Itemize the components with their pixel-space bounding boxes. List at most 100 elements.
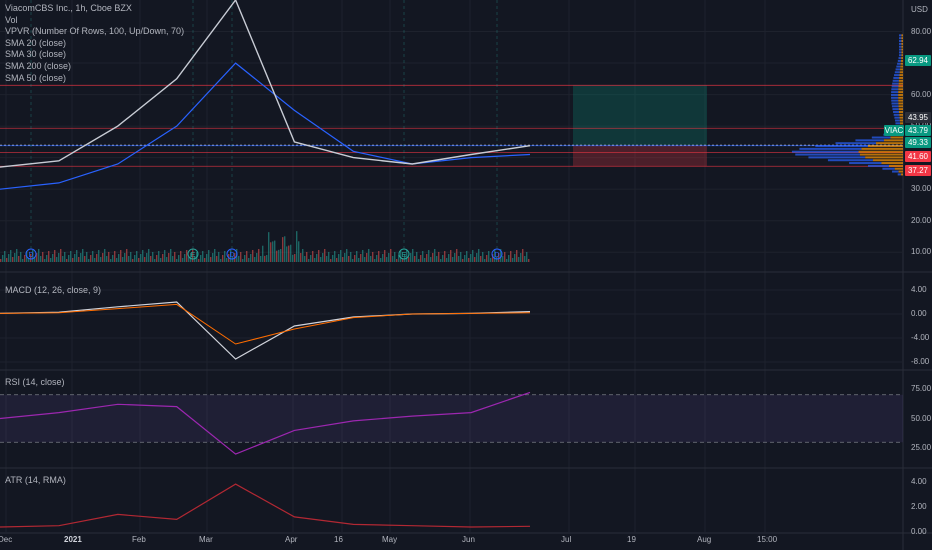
- time-tick-label: Jul: [561, 535, 572, 544]
- volume-bar: [324, 249, 326, 262]
- legend-sma30[interactable]: SMA 30 (close): [5, 49, 184, 61]
- price-tick-label: 10.00: [911, 247, 932, 257]
- rsi-label[interactable]: RSI (14, close): [5, 377, 65, 387]
- vpvr-bar-up: [799, 147, 862, 150]
- volume-bar: [172, 256, 174, 262]
- volume-bar: [344, 253, 346, 262]
- atr-tick-label: 2.00: [911, 501, 927, 511]
- time-tick-label: Jun: [462, 535, 475, 544]
- volume-bar: [420, 255, 422, 262]
- vpvr-bar-down: [858, 150, 903, 153]
- vpvr-bar-up: [899, 42, 902, 45]
- vpvr-bar-down: [900, 59, 903, 62]
- volume-bar: [140, 254, 142, 262]
- vpvr-bar-down: [898, 85, 903, 88]
- volume-bar: [518, 257, 520, 262]
- volume-bar: [178, 255, 180, 262]
- volume-bar: [274, 240, 276, 262]
- volume-bar: [210, 257, 212, 262]
- volume-bar: [266, 255, 268, 262]
- volume-bar: [252, 250, 254, 262]
- macd-label[interactable]: MACD (12, 26, close, 9): [5, 285, 101, 295]
- volume-bar: [60, 249, 62, 262]
- vpvr-bar-up: [891, 102, 899, 105]
- volume-bar: [222, 255, 224, 262]
- volume-bar: [328, 252, 330, 262]
- legend-sma20[interactable]: SMA 20 (close): [5, 38, 184, 50]
- vpvr-bar-up: [891, 99, 899, 102]
- volume-bar: [480, 256, 482, 262]
- volume-bar: [100, 257, 102, 262]
- vpvr-bar-up: [827, 159, 873, 162]
- volume-bar: [50, 258, 52, 262]
- vpvr-bar-up: [899, 45, 902, 48]
- price-badge: 62.94: [905, 55, 931, 66]
- volume-bar: [336, 258, 338, 262]
- marker-D-label: D: [28, 252, 33, 259]
- vpvr-bar-up: [835, 142, 877, 145]
- vpvr-bar-down: [898, 99, 903, 102]
- time-tick-label: Apr: [285, 535, 298, 544]
- volume-bar: [80, 253, 82, 262]
- vpvr-bar-up: [893, 113, 900, 116]
- vpvr-bar-up: [891, 88, 899, 91]
- volume-bar: [86, 252, 88, 262]
- volume-bar: [372, 252, 374, 262]
- volume-bar: [46, 255, 48, 262]
- atr-tick-label: 0.00: [911, 527, 927, 536]
- atr-label[interactable]: ATR (14, RMA): [5, 475, 66, 485]
- volume-bar: [280, 249, 282, 262]
- volume-bar: [184, 254, 186, 262]
- volume-bar: [370, 256, 372, 262]
- volume-bar: [382, 254, 384, 262]
- legend-sma50[interactable]: SMA 50 (close): [5, 73, 184, 85]
- volume-bar: [134, 255, 136, 262]
- volume-bar: [70, 251, 72, 262]
- volume-bar: [144, 257, 146, 262]
- volume-bar: [82, 249, 84, 262]
- vpvr-bar-down: [901, 45, 903, 48]
- volume-bar: [78, 257, 80, 262]
- volume-bar: [156, 255, 158, 262]
- vpvr-bar-up: [896, 65, 901, 68]
- legend-vol[interactable]: Vol: [5, 15, 184, 27]
- vpvr-bar-down: [899, 119, 903, 122]
- vpvr-bar-down: [900, 62, 903, 65]
- vpvr-bar-down: [890, 136, 903, 139]
- vpvr-bar-down: [865, 156, 903, 159]
- time-tick-label: Mar: [199, 535, 213, 544]
- price-tick-label: 60.00: [911, 89, 932, 99]
- volume-bar: [48, 251, 50, 262]
- volume-bar: [40, 256, 42, 262]
- price-tick-label: 30.00: [911, 184, 932, 194]
- volume-bar: [264, 255, 266, 262]
- marker-D-label: D: [494, 252, 499, 259]
- vpvr-bar-down: [876, 142, 903, 145]
- price-badge: VIAC: [884, 125, 904, 136]
- vpvr-bar-down: [898, 91, 903, 94]
- volume-bar: [438, 252, 440, 262]
- position-stop-zone: [573, 145, 707, 167]
- symbol-title[interactable]: ViacomCBS Inc., 1h, Cboe BZX: [5, 3, 184, 15]
- marker-E-label: E: [191, 252, 196, 259]
- volume-bar: [260, 256, 262, 262]
- vpvr-bar-down: [901, 57, 903, 60]
- time-tick-label: Aug: [697, 535, 712, 544]
- vpvr-bar-down: [900, 65, 903, 68]
- legend-vpvr[interactable]: VPVR (Number Of Rows, 100, Up/Down, 70): [5, 26, 184, 38]
- legend-sma200[interactable]: SMA 200 (close): [5, 61, 184, 73]
- volume-bar: [486, 255, 488, 262]
- volume-bar: [104, 249, 106, 262]
- volume-bar: [338, 254, 340, 262]
- volume-bar: [456, 249, 458, 262]
- volume-bar: [350, 252, 352, 262]
- volume-bar: [224, 251, 226, 262]
- volume-bar: [240, 252, 242, 262]
- volume-bar: [394, 252, 396, 262]
- volume-bar: [510, 251, 512, 262]
- volume-bar: [24, 255, 26, 262]
- volume-bar: [334, 251, 336, 262]
- volume-bar: [110, 259, 112, 262]
- vpvr-bar-down: [898, 88, 903, 91]
- volume-bar: [56, 257, 58, 262]
